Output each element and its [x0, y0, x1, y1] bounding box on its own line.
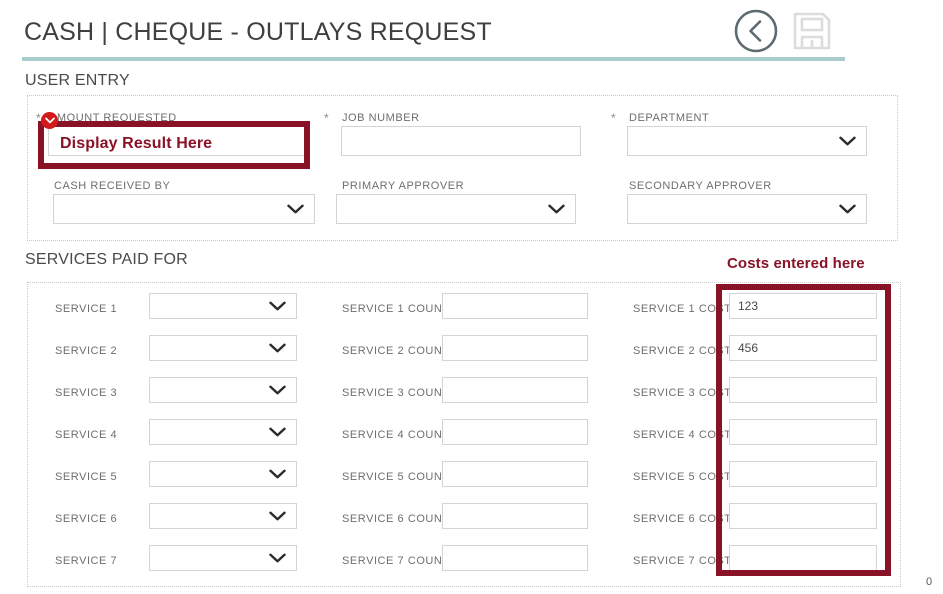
label-cash-received-by: CASH RECEIVED BY — [54, 180, 171, 192]
page-title: CASH | CHEQUE - OUTLAYS REQUEST — [24, 18, 492, 46]
chevron-down-icon — [269, 511, 286, 521]
label-service-2-count: SERVICE 2 COUNT — [342, 345, 450, 357]
page-header: CASH | CHEQUE - OUTLAYS REQUEST — [0, 0, 943, 62]
label-service-6-cost: SERVICE 6 COST — [633, 513, 732, 525]
service-4-cost-input[interactable] — [729, 419, 877, 445]
chevron-down-icon — [287, 204, 304, 214]
service-6-cost-input[interactable] — [729, 503, 877, 529]
service-3-count-input[interactable] — [442, 377, 588, 403]
chevron-down-icon — [269, 469, 286, 479]
service-1-cost-input[interactable] — [729, 293, 877, 319]
primary-approver-select[interactable] — [336, 194, 576, 224]
chevron-down-icon — [44, 117, 55, 124]
chevron-down-icon — [269, 427, 286, 437]
service-7-count-input[interactable] — [442, 545, 588, 571]
label-secondary-approver: SECONDARY APPROVER — [629, 180, 772, 192]
header-actions — [730, 5, 838, 57]
chevron-down-icon — [548, 204, 565, 214]
secondary-approver-select[interactable] — [627, 194, 867, 224]
label-service-1-count: SERVICE 1 COUNT — [342, 303, 450, 315]
label-service-7-count: SERVICE 7 COUNT — [342, 555, 450, 567]
service-2-cost-input[interactable] — [729, 335, 877, 361]
label-service-4-count: SERVICE 4 COUNT — [342, 429, 450, 441]
chevron-down-icon — [269, 553, 286, 563]
label-department: DEPARTMENT — [629, 112, 710, 124]
service-1-select[interactable] — [149, 293, 297, 319]
service-5-count-input[interactable] — [442, 461, 588, 487]
label-service-3-count: SERVICE 3 COUNT — [342, 387, 450, 399]
label-service-6-count: SERVICE 6 COUNT — [342, 513, 450, 525]
amount-requested-annotation-text: Display Result Here — [60, 135, 213, 152]
label-service-3-cost: SERVICE 3 COST — [633, 387, 732, 399]
chevron-down-icon — [269, 385, 286, 395]
service-6-count-input[interactable] — [442, 503, 588, 529]
department-select[interactable] — [627, 126, 867, 156]
floppy-save-icon — [793, 12, 831, 50]
user-entry-heading: USER ENTRY — [25, 72, 130, 89]
required-star-department: * — [611, 111, 616, 125]
label-service-6: SERVICE 6 — [55, 513, 118, 525]
label-service-5-cost: SERVICE 5 COST — [633, 471, 732, 483]
annotation-marker-icon — [41, 112, 58, 129]
service-4-count-input[interactable] — [442, 419, 588, 445]
service-2-count-input[interactable] — [442, 335, 588, 361]
back-button[interactable] — [730, 5, 782, 57]
label-service-2-cost: SERVICE 2 COST — [633, 345, 732, 357]
service-7-cost-input[interactable] — [729, 545, 877, 571]
service-4-select[interactable] — [149, 419, 297, 445]
chevron-down-icon — [269, 343, 286, 353]
cash-received-by-select[interactable] — [53, 194, 315, 224]
service-7-select[interactable] — [149, 545, 297, 571]
service-6-select[interactable] — [149, 503, 297, 529]
chevron-down-icon — [839, 136, 856, 146]
label-primary-approver: PRIMARY APPROVER — [342, 180, 465, 192]
service-5-select[interactable] — [149, 461, 297, 487]
job-number-input[interactable] — [341, 126, 581, 156]
label-service-1-cost: SERVICE 1 COST — [633, 303, 732, 315]
service-5-cost-input[interactable] — [729, 461, 877, 487]
save-button[interactable] — [786, 5, 838, 57]
header-divider — [22, 57, 845, 61]
service-2-select[interactable] — [149, 335, 297, 361]
label-service-5-count: SERVICE 5 COUNT — [342, 471, 450, 483]
chevron-down-icon — [839, 204, 856, 214]
chevron-down-icon — [269, 301, 286, 311]
required-star-job-number: * — [324, 111, 329, 125]
footer-total-value: 0 — [926, 576, 933, 588]
label-service-7-cost: SERVICE 7 COST — [633, 555, 732, 567]
label-service-5: SERVICE 5 — [55, 471, 118, 483]
costs-annotation-label: Costs entered here — [727, 255, 865, 272]
services-heading: SERVICES PAID FOR — [25, 251, 188, 268]
label-amount-requested: AMOUNT REQUESTED — [49, 112, 177, 124]
label-service-4: SERVICE 4 — [55, 429, 118, 441]
chevron-left-circle-icon — [734, 9, 778, 53]
service-1-count-input[interactable] — [442, 293, 588, 319]
services-panel: SERVICE 1 SERVICE 1 COUNT SERVICE 1 COST SE… — [27, 282, 901, 587]
service-3-cost-input[interactable] — [729, 377, 877, 403]
label-service-1: SERVICE 1 — [55, 303, 118, 315]
label-service-4-cost: SERVICE 4 COST — [633, 429, 732, 441]
required-star-amount-requested: * — [36, 111, 41, 125]
label-service-3: SERVICE 3 — [55, 387, 118, 399]
user-entry-panel: * AMOUNT REQUESTED * JOB NUMBER * DEPART… — [27, 95, 898, 241]
label-job-number: JOB NUMBER — [342, 112, 420, 124]
label-service-7: SERVICE 7 — [55, 555, 118, 567]
service-3-select[interactable] — [149, 377, 297, 403]
label-service-2: SERVICE 2 — [55, 345, 118, 357]
